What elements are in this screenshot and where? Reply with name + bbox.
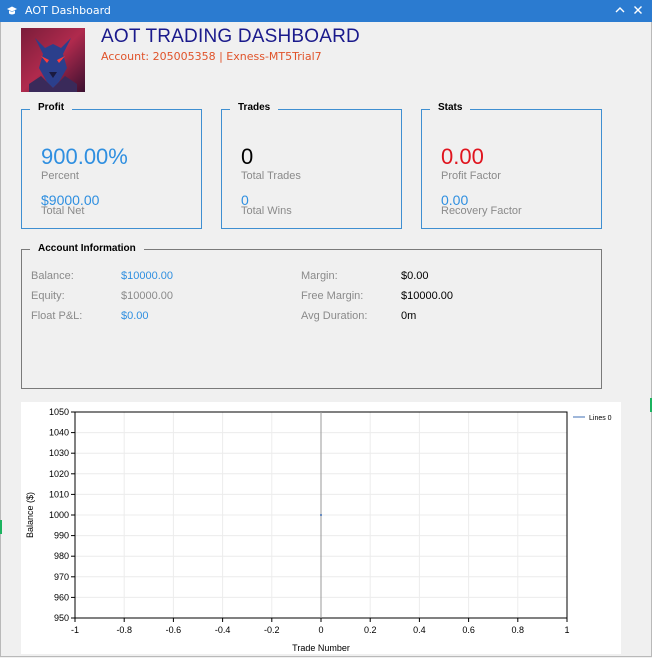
- margin-label: Margin:: [301, 270, 338, 282]
- total-trades-label: Total Trades: [241, 170, 301, 182]
- profit-percent-label: Percent: [41, 170, 79, 182]
- x-tick-label: 0.4: [413, 625, 426, 635]
- account-information-caption: Account Information: [30, 243, 144, 254]
- close-icon: [634, 6, 642, 14]
- series-point: [320, 514, 322, 516]
- app-icon: [7, 6, 17, 15]
- y-tick-label: 1020: [49, 469, 69, 479]
- account-subtitle: Account: 205005358 | Exness-MT5Trial7: [101, 50, 322, 63]
- y-tick-label: 970: [54, 572, 69, 582]
- total-trades-value: 0: [241, 144, 254, 169]
- balance-value: $10000.00: [121, 270, 173, 282]
- avg-duration-label: Avg Duration:: [301, 310, 368, 322]
- x-tick-label: -0.8: [116, 625, 132, 635]
- y-tick-label: 1010: [49, 489, 69, 499]
- free-margin-label: Free Margin:: [301, 290, 364, 302]
- y-tick-label: 1050: [49, 407, 69, 417]
- collapse-button[interactable]: [612, 3, 628, 19]
- x-tick-label: 0.8: [512, 625, 525, 635]
- profit-factor-label: Profit Factor: [441, 170, 501, 182]
- profit-percent-value: 900.00%: [41, 144, 128, 169]
- x-tick-label: 0.2: [364, 625, 377, 635]
- recovery-factor-label: Recovery Factor: [441, 205, 522, 217]
- x-tick-label: 0.6: [462, 625, 475, 635]
- total-wins-label: Total Wins: [241, 205, 292, 217]
- x-tick-label: -1: [71, 625, 79, 635]
- profit-caption: Profit: [30, 102, 73, 113]
- x-tick-label: 0: [318, 625, 323, 635]
- y-tick-label: 950: [54, 613, 69, 623]
- chevron-up-icon: [615, 7, 625, 13]
- y-tick-label: 990: [54, 531, 69, 541]
- x-axis-label: Trade Number: [292, 643, 350, 653]
- y-tick-label: 1030: [49, 448, 69, 458]
- profit-panel: Profit 900.00% Percent $9000.00 Total Ne…: [21, 102, 202, 229]
- free-margin-value: $10000.00: [401, 290, 453, 302]
- balance-label: Balance:: [31, 270, 74, 282]
- stats-caption: Stats: [430, 102, 471, 113]
- x-tick-label: 1: [564, 625, 569, 635]
- profit-factor-value: 0.00: [441, 144, 484, 169]
- avg-duration-value: 0m: [401, 310, 417, 322]
- y-tick-label: 1040: [49, 428, 69, 438]
- profit-net-label: Total Net: [41, 205, 85, 217]
- left-edge-marker: [0, 520, 2, 534]
- title-bar: AOT Dashboard: [0, 0, 652, 22]
- close-button[interactable]: [630, 3, 646, 19]
- avatar: [21, 28, 85, 92]
- x-tick-label: -0.4: [215, 625, 231, 635]
- float-pl-label: Float P&L:: [31, 310, 83, 322]
- equity-value: $10000.00: [121, 290, 173, 302]
- stats-panel: Stats 0.00 Profit Factor 0.00 Recovery F…: [421, 102, 602, 229]
- y-axis-label: Balance ($): [25, 492, 35, 538]
- trades-panel: Trades 0 Total Trades 0 Total Wins: [221, 102, 402, 229]
- window-title: AOT Dashboard: [25, 4, 111, 17]
- x-tick-label: -0.6: [166, 625, 182, 635]
- equity-label: Equity:: [31, 290, 65, 302]
- trades-caption: Trades: [230, 102, 279, 113]
- y-tick-label: 960: [54, 592, 69, 602]
- float-pl-value: $0.00: [121, 310, 149, 322]
- balance-chart: -1 -0.8 -0.6 -0.4 -0.2 0 0.2 0.4 0.6 0.8 1 1050 1040…: [25, 407, 612, 653]
- dashboard-title: AOT TRADING DASHBOARD: [101, 26, 360, 47]
- balance-chart-area: -1 -0.8 -0.6 -0.4 -0.2 0 0.2 0.4 0.6 0.8 1 1050 1040…: [21, 402, 621, 654]
- margin-value: $0.00: [401, 270, 429, 282]
- y-tick-label: 980: [54, 551, 69, 561]
- y-tick-label: 1000: [49, 510, 69, 520]
- legend-label: Lines 0: [589, 415, 612, 422]
- x-tick-label: -0.2: [264, 625, 280, 635]
- account-information-panel: Account Information Balance: $10000.00 E…: [21, 243, 602, 389]
